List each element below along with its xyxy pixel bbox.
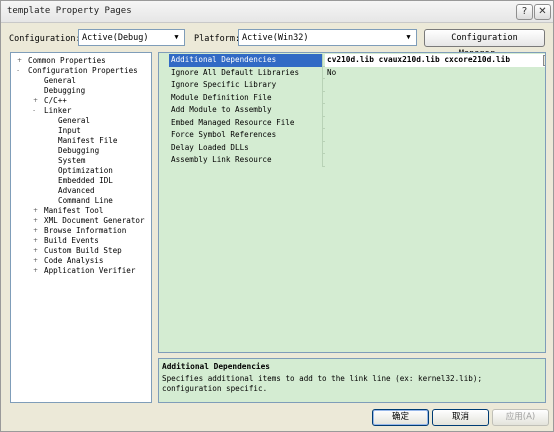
tree-item-linker-debugging[interactable]: Debugging bbox=[58, 146, 99, 156]
property-row[interactable]: Module Definition File bbox=[169, 91, 545, 104]
grid-gutter bbox=[159, 53, 169, 352]
description-text: Specifies additional items to add to the… bbox=[162, 374, 483, 393]
configuration-label: Configuration: bbox=[9, 34, 81, 44]
expander-icon[interactable]: + bbox=[33, 206, 39, 216]
property-name[interactable]: Additional Dependencies bbox=[169, 54, 323, 67]
property-value[interactable]: cv210d.lib cvaux210d.lib cxcore210d.lib bbox=[325, 54, 545, 67]
property-value[interactable] bbox=[325, 154, 545, 167]
property-name[interactable]: Module Definition File bbox=[169, 91, 323, 104]
expander-icon[interactable]: + bbox=[33, 246, 39, 256]
tree-item-linker-embedded-idl[interactable]: Embedded IDL bbox=[58, 176, 113, 186]
expander-icon[interactable]: + bbox=[33, 216, 39, 226]
property-value[interactable] bbox=[325, 129, 545, 142]
property-name[interactable]: Delay Loaded DLLs bbox=[169, 141, 323, 154]
property-name[interactable]: Assembly Link Resource bbox=[169, 154, 323, 167]
property-pages-dialog: template Property Pages ? ✕ Configuratio… bbox=[0, 0, 554, 432]
property-value[interactable] bbox=[325, 104, 545, 117]
platform-value: Active(Win32) bbox=[242, 33, 309, 43]
tree-item-manifest-tool[interactable]: Manifest Tool bbox=[44, 206, 103, 216]
property-value[interactable] bbox=[325, 141, 545, 154]
property-name[interactable]: Force Symbol References bbox=[169, 129, 323, 142]
window-title: template Property Pages bbox=[7, 6, 132, 16]
tree-item-linker-command-line[interactable]: Command Line bbox=[58, 196, 113, 206]
tree-item-custom-build-step[interactable]: Custom Build Step bbox=[44, 246, 122, 256]
expander-icon[interactable]: + bbox=[33, 266, 39, 276]
chevron-down-icon[interactable]: ▼ bbox=[170, 31, 183, 44]
property-name[interactable]: Add Module to Assembly bbox=[169, 104, 323, 117]
tree-item-common-properties[interactable]: Common Properties bbox=[28, 56, 106, 66]
tree-item-linker-system[interactable]: System bbox=[58, 156, 85, 166]
property-row-additional-dependencies[interactable]: Additional Dependencies cv210d.lib cvaux… bbox=[169, 54, 545, 67]
tree-item-build-events[interactable]: Build Events bbox=[44, 236, 99, 246]
property-row[interactable]: Delay Loaded DLLs bbox=[169, 141, 545, 154]
property-row[interactable]: Force Symbol References bbox=[169, 129, 545, 142]
tree-item-linker-optimization[interactable]: Optimization bbox=[58, 166, 113, 176]
property-row[interactable]: Embed Managed Resource File bbox=[169, 116, 545, 129]
tree-item-xml-document-generator[interactable]: XML Document Generator bbox=[44, 216, 145, 226]
ellipsis-button[interactable]: ... bbox=[543, 55, 545, 66]
property-row[interactable]: Ignore All Default Libraries No bbox=[169, 66, 545, 79]
expander-icon[interactable]: + bbox=[33, 236, 39, 246]
configuration-manager-button[interactable]: Configuration Manager... bbox=[424, 29, 545, 59]
tree-item-linker-advanced[interactable]: Advanced bbox=[58, 186, 95, 196]
configuration-dropdown[interactable]: Active(Debug) ▼ bbox=[78, 29, 185, 46]
title-bar: template Property Pages ? ✕ bbox=[1, 1, 553, 23]
tree-item-linker-input[interactable]: Input bbox=[58, 126, 81, 136]
property-value[interactable] bbox=[325, 91, 545, 104]
expander-icon[interactable]: + bbox=[33, 226, 39, 236]
property-row[interactable]: Add Module to Assembly bbox=[169, 104, 545, 117]
platform-label: Platform: bbox=[194, 34, 241, 44]
property-name[interactable]: Embed Managed Resource File bbox=[169, 116, 323, 129]
help-button[interactable]: ? bbox=[516, 4, 533, 20]
configuration-value: Active(Debug) bbox=[82, 33, 149, 43]
tree-item-linker-general[interactable]: General bbox=[58, 116, 90, 126]
description-panel: Additional Dependencies Specifies additi… bbox=[158, 358, 546, 403]
tree-item-cpp[interactable]: C/C++ bbox=[44, 96, 67, 106]
property-row[interactable]: Ignore Specific Library bbox=[169, 79, 545, 92]
description-title: Additional Dependencies bbox=[162, 362, 270, 371]
expander-icon[interactable]: + bbox=[33, 256, 39, 266]
close-button[interactable]: ✕ bbox=[534, 4, 551, 20]
property-grid: Additional Dependencies cv210d.lib cvaux… bbox=[158, 52, 546, 353]
property-name[interactable]: Ignore Specific Library bbox=[169, 79, 323, 92]
apply-button[interactable]: 应用(A) bbox=[492, 409, 549, 426]
chevron-down-icon[interactable]: ▼ bbox=[402, 31, 415, 44]
property-value[interactable] bbox=[325, 116, 545, 129]
ok-button[interactable]: 确定 bbox=[372, 409, 429, 426]
tree-item-general[interactable]: General bbox=[44, 76, 76, 86]
expander-icon[interactable]: - bbox=[33, 106, 39, 116]
tree-item-debugging[interactable]: Debugging bbox=[44, 86, 85, 96]
tree-item-browse-information[interactable]: Browse Information bbox=[44, 226, 126, 236]
expander-icon[interactable]: + bbox=[17, 56, 23, 66]
tree-item-configuration-properties[interactable]: Configuration Properties bbox=[28, 66, 138, 76]
expander-icon[interactable]: - bbox=[17, 66, 23, 76]
platform-dropdown[interactable]: Active(Win32) ▼ bbox=[238, 29, 417, 46]
property-name[interactable]: Ignore All Default Libraries bbox=[169, 66, 323, 79]
tree-item-linker-manifest-file[interactable]: Manifest File bbox=[58, 136, 117, 146]
tree-item-code-analysis[interactable]: Code Analysis bbox=[44, 256, 103, 266]
expander-icon[interactable]: + bbox=[33, 96, 39, 106]
property-value[interactable]: No bbox=[325, 66, 545, 79]
tree-item-application-verifier[interactable]: Application Verifier bbox=[44, 266, 135, 276]
property-row[interactable]: Assembly Link Resource bbox=[169, 154, 545, 167]
property-tree: + Common Properties - Configuration Prop… bbox=[10, 52, 152, 403]
cancel-button[interactable]: 取消 bbox=[432, 409, 489, 426]
tree-item-linker[interactable]: Linker bbox=[44, 106, 71, 116]
property-value[interactable] bbox=[325, 79, 545, 92]
